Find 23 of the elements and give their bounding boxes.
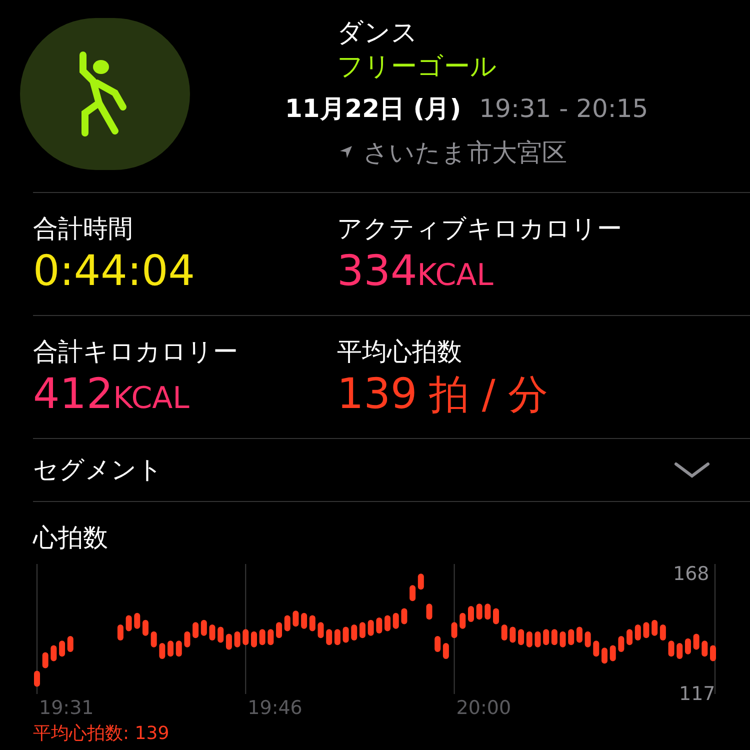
- metric-label: アクティブキロカロリー: [337, 213, 622, 245]
- workout-time: 19:31 - 20:15: [479, 93, 648, 125]
- workout-date: 11月22日 (月): [285, 93, 462, 125]
- metric-label: 平均心拍数: [337, 336, 463, 368]
- metric-value: 0:44:04: [33, 245, 196, 297]
- metric-value: 139 拍 / 分: [337, 368, 548, 420]
- segments-row[interactable]: セグメント: [33, 438, 750, 502]
- location-arrow-icon: [339, 145, 353, 160]
- y-axis-label: 168: [673, 562, 710, 587]
- workout-goal: フリーゴール: [337, 51, 498, 84]
- workout-name: ダンス: [337, 17, 419, 50]
- x-axis-label: 19:31: [39, 696, 94, 721]
- workout-location: さいたま市大宮区: [363, 136, 567, 168]
- segments-label: セグメント: [33, 454, 163, 486]
- chart-title: 心拍数: [33, 522, 109, 554]
- metric-value: 412 KCAL: [33, 368, 190, 420]
- metric-value: 334KCAL: [337, 245, 494, 297]
- y-axis-label: 117: [679, 682, 716, 707]
- x-axis-label: 19:46: [248, 696, 302, 721]
- metric-label: 合計キロカロリー: [33, 336, 239, 368]
- metric-label: 合計時間: [33, 213, 134, 245]
- x-axis-label: 20:00: [456, 696, 512, 721]
- average-heart-rate: 平均心拍数: 139: [33, 722, 170, 746]
